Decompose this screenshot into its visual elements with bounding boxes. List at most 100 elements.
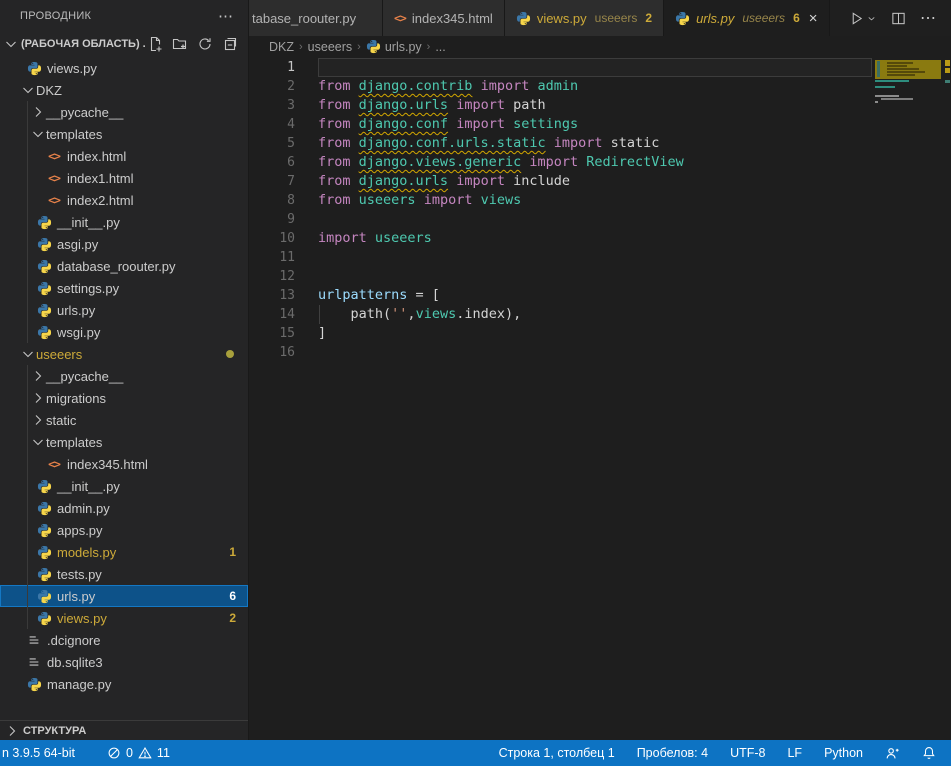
- html-icon: <>: [46, 457, 62, 471]
- chevron-down-icon: [30, 434, 46, 450]
- tree-item-tests-py[interactable]: tests.py: [0, 563, 248, 585]
- breadcrumb-item-dkz[interactable]: DKZ: [269, 40, 294, 54]
- tree-item-static[interactable]: static: [0, 409, 248, 431]
- line-number: 14: [249, 305, 295, 324]
- tree-item-index1-html[interactable]: <>index1.html: [0, 167, 248, 189]
- tree-item-pycache[interactable]: __pycache__: [0, 365, 248, 387]
- tree-item-label: settings.py: [57, 281, 119, 296]
- tree-item-index-html[interactable]: <>index.html: [0, 145, 248, 167]
- explorer-toolbar: [147, 36, 238, 52]
- code-editor[interactable]: 12from django.contrib import admin3from …: [249, 57, 951, 740]
- breadcrumb-item-urls-py[interactable]: urls.py: [366, 39, 422, 54]
- python-icon: [36, 479, 52, 494]
- file-tree: views.pyDKZ__pycache__templates<>index.h…: [0, 57, 248, 720]
- tab-description: useeers: [742, 11, 785, 25]
- feedback-icon: [885, 746, 900, 761]
- line-number: 1: [249, 58, 295, 77]
- language-indicator[interactable]: Python: [817, 740, 870, 766]
- refresh-icon[interactable]: [197, 36, 213, 52]
- code-line-3: 3from django.urls import path: [249, 96, 951, 115]
- tab-urls-py[interactable]: urls.pyuseeers6×: [664, 0, 829, 36]
- python-icon: [36, 215, 52, 230]
- tree-item-templates[interactable]: templates: [0, 431, 248, 453]
- tree-item-label: index2.html: [67, 193, 133, 208]
- tree-item-urls-py[interactable]: urls.py6: [0, 585, 248, 607]
- tab-bar: tabase_roouter.py <>index345.htmlviews.py…: [249, 0, 951, 36]
- tab-label: index345.html: [412, 11, 493, 26]
- tree-item-pycache[interactable]: __pycache__: [0, 101, 248, 123]
- split-editor-icon[interactable]: [891, 11, 906, 26]
- tree-item-label: views.py: [47, 61, 97, 76]
- tree-item-wsgi-py[interactable]: wsgi.py: [0, 321, 248, 343]
- workspace-section-header[interactable]: (РАБОЧАЯ ОБЛАСТЬ) ...: [0, 31, 248, 57]
- tree-item-templates[interactable]: templates: [0, 123, 248, 145]
- tree-item-db-sqlite3[interactable]: db.sqlite3: [0, 651, 248, 673]
- line-content: [318, 248, 872, 267]
- line-col-indicator[interactable]: Строка 1, столбец 1: [492, 740, 622, 766]
- minimap[interactable]: [875, 57, 951, 740]
- warning-icon: [138, 746, 152, 760]
- tree-item-admin-py[interactable]: admin.py: [0, 497, 248, 519]
- encoding-indicator[interactable]: UTF-8: [723, 740, 772, 766]
- tree-item-index345-html[interactable]: <> index345.html: [0, 453, 248, 475]
- chevron-right-icon: [30, 412, 46, 428]
- problems-badge: 6: [229, 589, 236, 603]
- tree-item-init-py[interactable]: __init__.py: [0, 211, 248, 233]
- tree-item-urls-py[interactable]: urls.py: [0, 299, 248, 321]
- tree-item-models-py[interactable]: models.py1: [0, 541, 248, 563]
- close-icon[interactable]: ×: [809, 11, 818, 26]
- collapse-all-icon[interactable]: [222, 36, 238, 52]
- python-icon: [516, 11, 531, 26]
- line-number: 15: [249, 324, 295, 343]
- notifications-bell-button[interactable]: [915, 740, 943, 766]
- editor-more-icon[interactable]: ⋯: [920, 8, 937, 28]
- code-line-1: 1: [249, 58, 951, 77]
- dropdown-chevron-icon: [866, 13, 877, 24]
- tree-item-settings-py[interactable]: settings.py: [0, 277, 248, 299]
- tree-item-label: templates: [46, 127, 102, 142]
- minimap-segment: [875, 95, 899, 97]
- line-content: from django.contrib import admin: [318, 77, 872, 96]
- tree-item-init-py[interactable]: __init__.py: [0, 475, 248, 497]
- python-interpreter-indicator[interactable]: n 3.9.5 64-bit: [0, 740, 82, 766]
- tab-views-py[interactable]: views.pyuseeers2: [505, 0, 664, 36]
- python-icon: [26, 61, 42, 76]
- tree-item-manage-py[interactable]: manage.py: [0, 673, 248, 695]
- feedback-button[interactable]: [878, 740, 907, 766]
- python-icon: [36, 567, 52, 582]
- tree-item-apps-py[interactable]: apps.py: [0, 519, 248, 541]
- explorer-more-icon[interactable]: ⋯: [218, 7, 234, 25]
- tab-tabase-roouter-py[interactable]: tabase_roouter.py: [249, 0, 383, 36]
- tree-item-database-roouter-py[interactable]: database_roouter.py: [0, 255, 248, 277]
- vscode-window: ПРОВОДНИК ⋯ (РАБОЧАЯ ОБЛАСТЬ) ... views.…: [0, 0, 951, 766]
- new-folder-icon[interactable]: [172, 36, 188, 52]
- tree-item-useeers[interactable]: useeers: [0, 343, 248, 365]
- error-count: 0: [126, 746, 133, 760]
- error-icon: [107, 746, 121, 760]
- tree-item-dcignore[interactable]: .dcignore: [0, 629, 248, 651]
- tree-item-label: __init__.py: [57, 215, 120, 230]
- code-line-10: 10import useeers: [249, 229, 951, 248]
- breadcrumb-item-[interactable]: ...: [435, 40, 445, 54]
- indentation-indicator[interactable]: Пробелов: 4: [630, 740, 715, 766]
- run-button[interactable]: [849, 11, 877, 26]
- new-file-icon[interactable]: [147, 36, 163, 52]
- tab-label: tabase_roouter.py: [252, 11, 356, 26]
- line-number: 6: [249, 153, 295, 172]
- tree-item-views-py[interactable]: views.py: [0, 57, 248, 79]
- line-content: ]: [318, 324, 872, 343]
- tree-item-views-py[interactable]: views.py2: [0, 607, 248, 629]
- outline-section-header[interactable]: СТРУКТУРА: [0, 720, 248, 740]
- tree-item-dkz[interactable]: DKZ: [0, 79, 248, 101]
- code-line-13: 13urlpatterns = [: [249, 286, 951, 305]
- tree-item-label: manage.py: [47, 677, 111, 692]
- problems-indicator[interactable]: 011: [100, 740, 177, 766]
- breadcrumb-item-useeers[interactable]: useeers: [308, 40, 352, 54]
- tree-item-index2-html[interactable]: <>index2.html: [0, 189, 248, 211]
- tree-item-label: index345.html: [67, 457, 148, 472]
- eol-indicator[interactable]: LF: [780, 740, 809, 766]
- tab-index345-html[interactable]: <>index345.html: [383, 0, 505, 36]
- modified-dot: [226, 350, 234, 358]
- tree-item-migrations[interactable]: migrations: [0, 387, 248, 409]
- tree-item-asgi-py[interactable]: asgi.py: [0, 233, 248, 255]
